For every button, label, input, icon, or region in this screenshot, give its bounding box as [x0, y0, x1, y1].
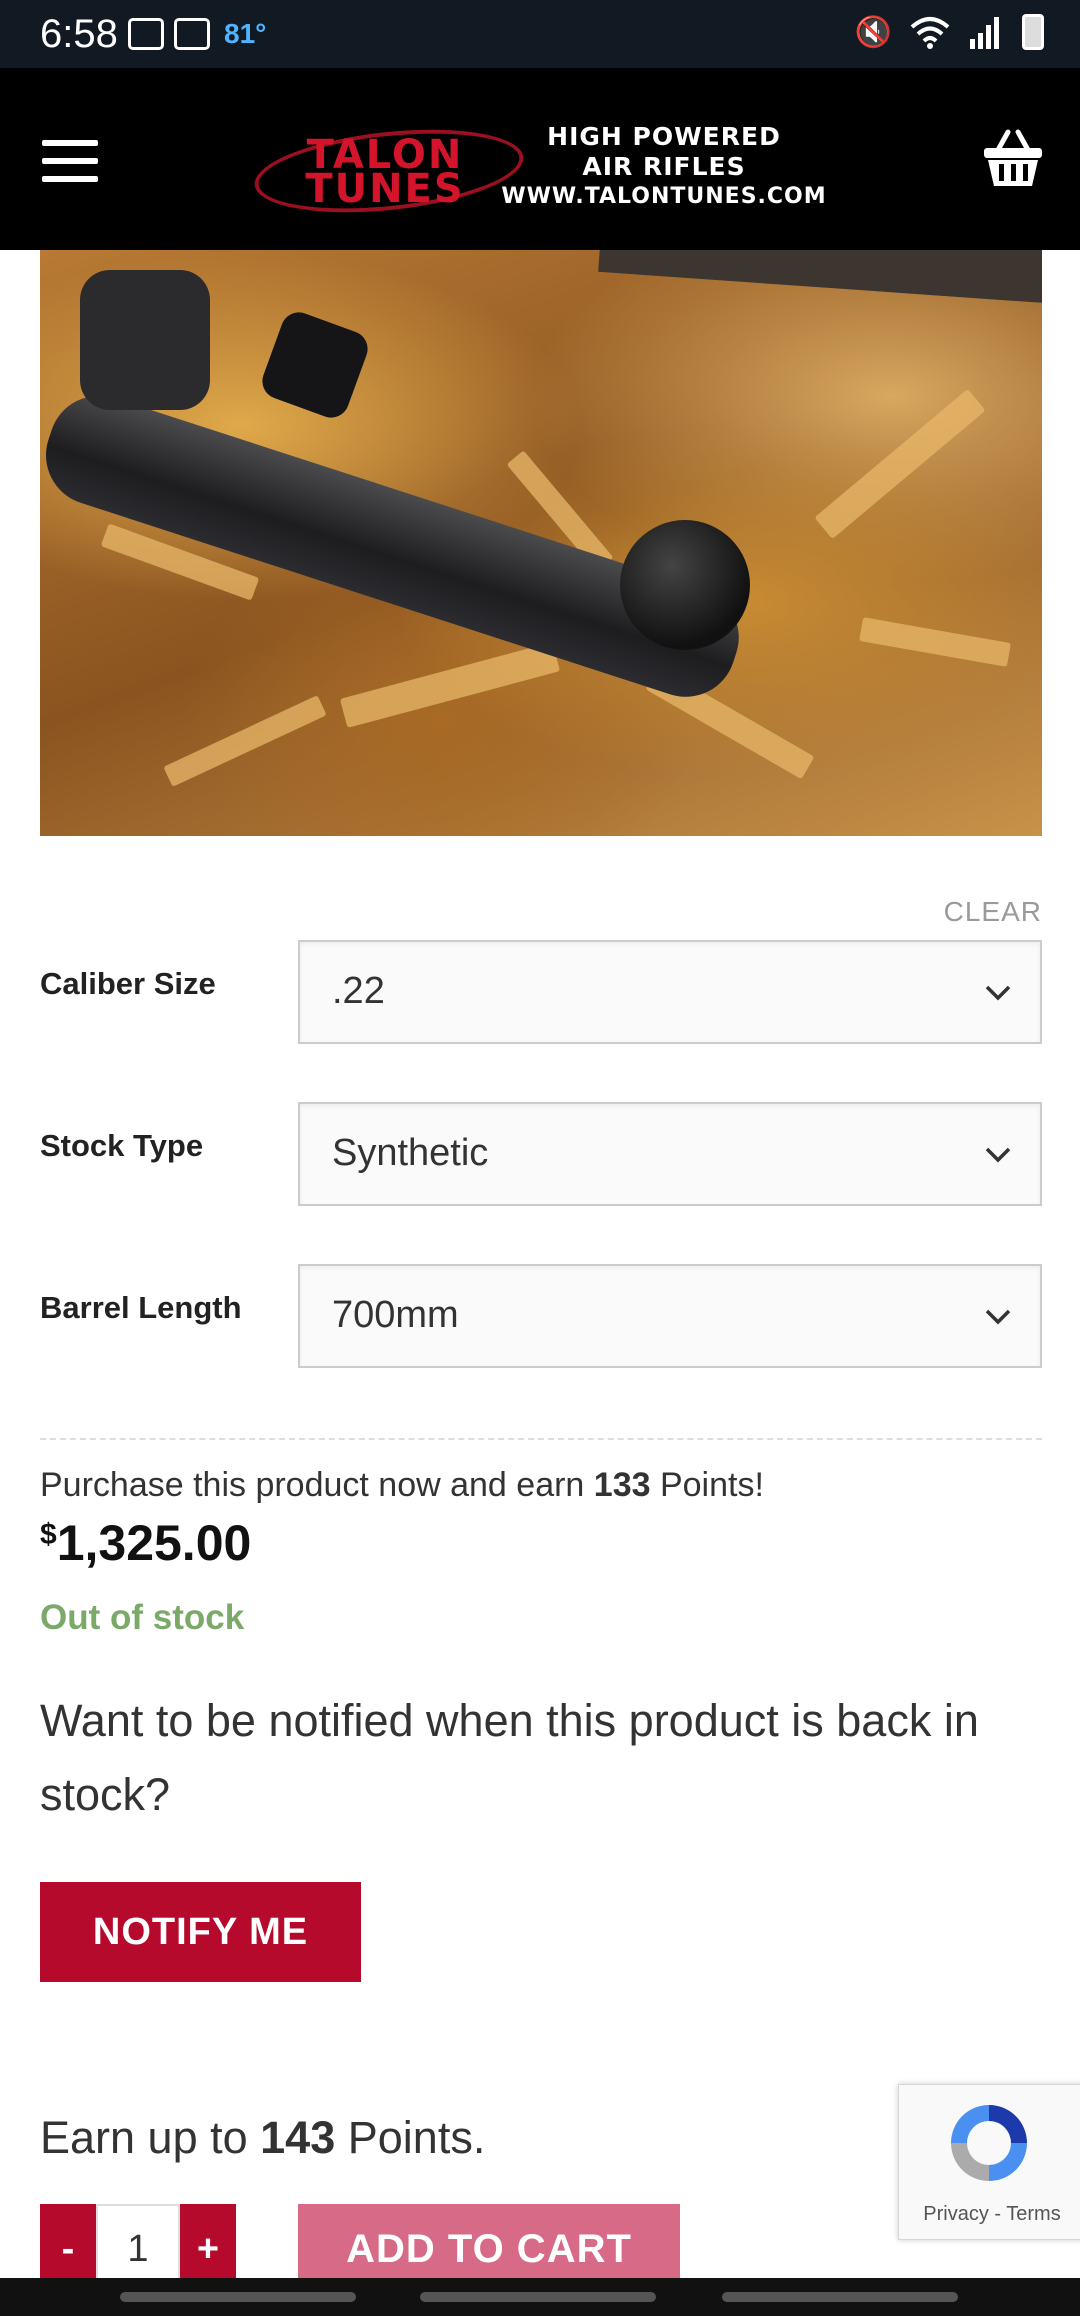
- site-header: TALON TUNES HIGH POWERED AIR RIFLES WWW.…: [0, 68, 1080, 250]
- currency-symbol: $: [40, 1518, 57, 1551]
- section-divider: [40, 1438, 1042, 1440]
- notification-app-icon: [128, 18, 164, 50]
- caliber-size-label: Caliber Size: [40, 966, 216, 1001]
- nav-recents-handle[interactable]: [120, 2292, 356, 2302]
- nav-home-handle[interactable]: [420, 2292, 656, 2302]
- stock-type-select[interactable]: Synthetic: [298, 1102, 1042, 1206]
- site-logo[interactable]: TALON TUNES HIGH POWERED AIR RIFLES WWW.…: [250, 108, 850, 224]
- variation-row-barrel: Barrel Length 700mm: [40, 1264, 1042, 1368]
- battery-icon: [1022, 14, 1044, 50]
- logo-tagline-2: AIR RIFLES: [582, 152, 746, 181]
- status-time: 6:58: [40, 12, 118, 56]
- logo-tagline: HIGH POWERED AIR RIFLES WWW.TALONTUNES.C…: [494, 122, 834, 212]
- points-value: 133: [593, 1466, 651, 1504]
- earn-suffix: Points.: [335, 2112, 486, 2163]
- price-amount: 1,325.00: [56, 1515, 252, 1571]
- notify-me-button[interactable]: NOTIFY ME: [40, 1882, 361, 1982]
- status-bar: 6:58 81° 🔇: [0, 0, 1080, 68]
- status-system-icons: 🔇: [855, 14, 1044, 50]
- earn-value: 143: [260, 2112, 336, 2163]
- barrel-length-select[interactable]: 700mm: [298, 1264, 1042, 1368]
- clear-selection-link[interactable]: CLEAR: [944, 896, 1042, 928]
- mute-icon: 🔇: [854, 15, 892, 49]
- recaptcha-icon: [951, 2105, 1027, 2181]
- notify-question: Want to be notified when this product is…: [40, 1695, 979, 1820]
- nav-back-handle[interactable]: [722, 2292, 958, 2302]
- chevron-down-icon: [985, 985, 1011, 1001]
- recaptcha-terms-link[interactable]: Terms: [1006, 2203, 1060, 2225]
- logo-brand: TALON TUNES: [250, 118, 528, 224]
- variation-row-stock: Stock Type Synthetic: [40, 1102, 1042, 1206]
- caliber-size-select[interactable]: .22: [298, 940, 1042, 1044]
- barrel-length-value: 700mm: [332, 1294, 459, 1336]
- points-suffix: Points!: [650, 1466, 764, 1504]
- recaptcha-separator: -: [988, 2203, 1007, 2225]
- signal-icon: [970, 17, 999, 49]
- purchase-points-text: Purchase this product now and earn 133 P…: [40, 1466, 764, 1505]
- shopping-basket-icon[interactable]: [982, 128, 1044, 188]
- hamburger-menu-icon[interactable]: [42, 140, 98, 182]
- logo-url: WWW.TALONTUNES.COM: [501, 184, 827, 209]
- chevron-down-icon: [985, 1309, 1011, 1325]
- variation-row-caliber: Caliber Size .22: [40, 940, 1042, 1044]
- recaptcha-privacy-link[interactable]: Privacy: [923, 2203, 989, 2225]
- stock-type-label: Stock Type: [40, 1128, 204, 1163]
- caliber-size-value: .22: [332, 970, 385, 1012]
- status-notification-icons: 81°: [128, 18, 266, 50]
- gallery-notification-icon: [174, 18, 210, 50]
- chevron-down-icon: [985, 1147, 1011, 1163]
- product-price: $1,325.00: [40, 1514, 251, 1572]
- system-navigation-bar: [0, 2278, 1080, 2316]
- product-image[interactable]: [40, 250, 1042, 836]
- logo-tagline-1: HIGH POWERED: [547, 122, 781, 151]
- points-prefix: Purchase this product now and earn: [40, 1466, 594, 1504]
- recaptcha-links: Privacy - Terms: [899, 2203, 1080, 2226]
- stock-type-value: Synthetic: [332, 1132, 489, 1174]
- stock-status: Out of stock: [40, 1598, 245, 1637]
- earn-points-text: Earn up to 143 Points.: [40, 2112, 485, 2164]
- earn-prefix: Earn up to: [40, 2112, 261, 2163]
- wifi-icon: [910, 17, 950, 49]
- weather-temperature: 81°: [224, 18, 267, 49]
- recaptcha-badge[interactable]: Privacy - Terms: [898, 2084, 1080, 2240]
- logo-brand-line2: TUNES: [305, 166, 465, 212]
- barrel-length-label: Barrel Length: [40, 1290, 242, 1325]
